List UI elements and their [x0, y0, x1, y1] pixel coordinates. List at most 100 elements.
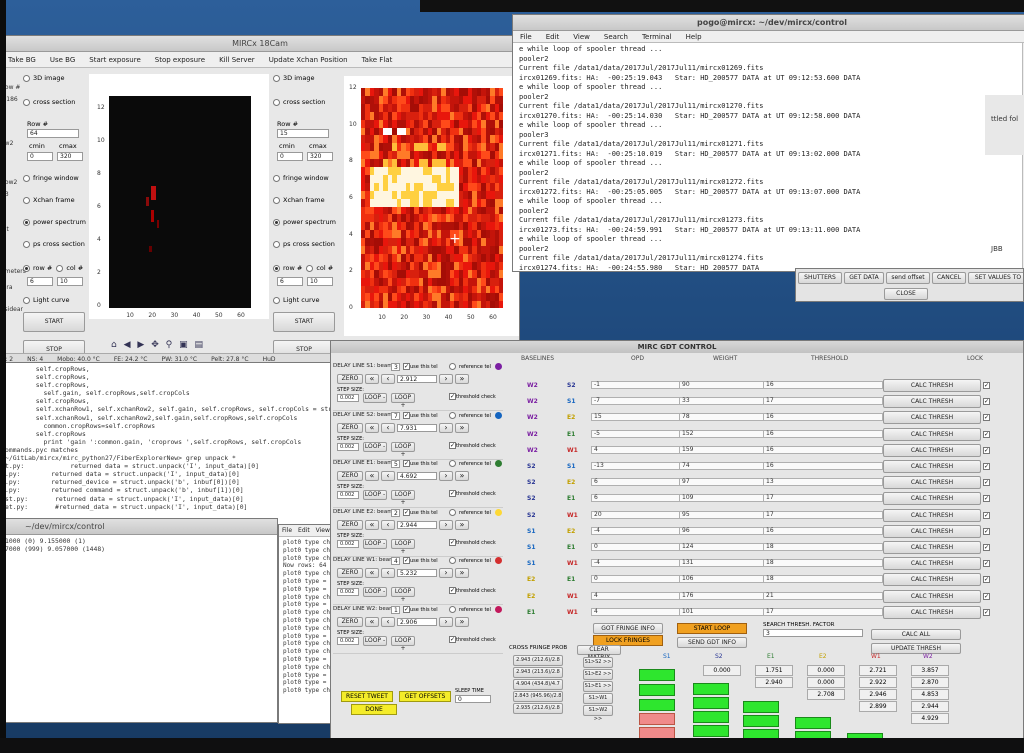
- lock-checkbox[interactable]: ✓: [983, 608, 990, 616]
- delay-value[interactable]: 4.692: [397, 472, 437, 480]
- weight-field[interactable]: 78: [679, 413, 765, 422]
- checkbox-icon[interactable]: ✓: [403, 508, 410, 516]
- radio-icon[interactable]: [23, 74, 30, 82]
- camera-menu-item[interactable]: Start exposure: [89, 52, 141, 68]
- weight-field[interactable]: 131: [679, 559, 765, 568]
- lock-checkbox[interactable]: ✓: [983, 414, 990, 422]
- lock-checkbox[interactable]: ✓: [983, 463, 990, 470]
- threshold-field[interactable]: 18: [763, 543, 883, 551]
- back-icon[interactable]: ‹: [381, 568, 395, 578]
- use-this-tel[interactable]: ✓use this tel: [403, 508, 438, 516]
- threshold-check[interactable]: ✓threshold check: [449, 587, 496, 594]
- reference-tel[interactable]: reference tel: [449, 363, 491, 370]
- radio-icon[interactable]: [23, 264, 30, 272]
- option-1[interactable]: cross section: [23, 98, 75, 106]
- row-input[interactable]: 15: [277, 129, 329, 138]
- threshold-check[interactable]: ✓threshold check: [449, 635, 496, 643]
- weight-field[interactable]: 101: [679, 607, 765, 616]
- lock-checkbox[interactable]: ✓: [983, 479, 990, 487]
- radio-icon[interactable]: [273, 296, 280, 304]
- terminal-menu-item[interactable]: View: [573, 31, 590, 43]
- zero-button[interactable]: ZERO: [337, 616, 363, 627]
- step-size-input[interactable]: 0.002: [337, 491, 359, 499]
- terminal3-menu-item[interactable]: File: [282, 525, 292, 537]
- got-fringe-button[interactable]: GOT FRINGE INFO: [593, 623, 663, 634]
- calc-thresh-button[interactable]: CALC THRESH: [883, 379, 981, 392]
- lock-checkbox[interactable]: ✓: [983, 446, 990, 454]
- back-icon[interactable]: ‹: [381, 519, 395, 530]
- step-size-input[interactable]: 0.002: [337, 588, 359, 596]
- baseline-shift-button[interactable]: S1>W1 >>: [583, 693, 613, 710]
- forward-icon[interactable]: ▶: [137, 340, 144, 350]
- calc-all-button[interactable]: CALC ALL: [871, 629, 961, 640]
- fast-forward-icon[interactable]: »: [455, 422, 469, 433]
- lock-checkbox[interactable]: ✓: [983, 382, 990, 389]
- calc-thresh-button[interactable]: CALC THRESH: [883, 427, 981, 441]
- radio-icon[interactable]: [306, 264, 314, 272]
- sleep-time-input[interactable]: 0: [455, 695, 491, 703]
- loop-plus-button[interactable]: LOOP +: [391, 538, 415, 555]
- row-input[interactable]: 64: [27, 129, 79, 138]
- cross-prob-value[interactable]: 2.843 (945.96)/2.8: [513, 691, 563, 702]
- start-button[interactable]: START: [273, 312, 335, 332]
- option-0[interactable]: 3D image: [273, 74, 314, 82]
- mode-option[interactable]: ps cross section: [273, 240, 335, 248]
- editor-text[interactable]: self.cropRows, self.cropRows, self.cropR…: [1, 363, 339, 513]
- forward-icon[interactable]: ›: [439, 374, 453, 384]
- calc-thresh-button[interactable]: CALC THRESH: [883, 492, 981, 506]
- baseline-shift-button[interactable]: S1>E2 >>: [583, 669, 613, 680]
- radio-icon[interactable]: [23, 240, 30, 248]
- calc-thresh-button[interactable]: CALC THRESH: [883, 541, 981, 554]
- option-0[interactable]: 3D image: [23, 74, 64, 82]
- threshold-field[interactable]: 16: [763, 381, 883, 389]
- weight-field[interactable]: 159: [679, 445, 765, 454]
- checkbox-icon[interactable]: ✓: [449, 587, 456, 594]
- back-icon[interactable]: ‹: [381, 422, 395, 433]
- fast-forward-icon[interactable]: »: [455, 374, 469, 384]
- radio-icon[interactable]: [449, 411, 456, 419]
- zero-button[interactable]: ZERO: [337, 471, 363, 481]
- mode-option[interactable]: power spectrum: [273, 218, 336, 226]
- loop-minus-button[interactable]: LOOP -: [363, 393, 387, 403]
- use-this-tel[interactable]: ✓use this tel: [403, 460, 438, 467]
- cmin-input[interactable]: 0: [27, 152, 53, 161]
- mode-option[interactable]: fringe window: [23, 174, 79, 182]
- step-size-input[interactable]: 0.002: [337, 636, 359, 645]
- forward-icon[interactable]: ›: [439, 422, 453, 433]
- forward-icon[interactable]: ›: [439, 471, 453, 481]
- fast-forward-icon[interactable]: »: [455, 568, 469, 578]
- loop-plus-button[interactable]: LOOP +: [391, 441, 415, 458]
- range-start-input[interactable]: 6: [27, 277, 53, 286]
- camera-menu-item[interactable]: Take Flat: [362, 52, 393, 68]
- lock-checkbox[interactable]: ✓: [983, 511, 990, 519]
- search-thresh-input[interactable]: 3: [763, 629, 863, 637]
- calc-thresh-button[interactable]: CALC THRESH: [883, 476, 981, 490]
- threshold-field[interactable]: 17: [763, 510, 883, 519]
- fast-back-icon[interactable]: «: [365, 471, 379, 481]
- radio-icon[interactable]: [273, 74, 280, 82]
- baseline-shift-button[interactable]: S1>E1 >>: [583, 681, 613, 692]
- radio-icon[interactable]: [23, 174, 30, 182]
- reference-tel[interactable]: reference tel: [449, 411, 491, 419]
- delay-value[interactable]: 2.944: [397, 520, 437, 529]
- reference-tel[interactable]: reference tel: [449, 557, 491, 564]
- lock-checkbox[interactable]: ✓: [983, 430, 990, 438]
- threshold-field[interactable]: 18: [763, 575, 883, 584]
- threshold-field[interactable]: 17: [763, 494, 883, 503]
- calc-thresh-button[interactable]: CALC THRESH: [883, 605, 981, 619]
- calc-thresh-button[interactable]: CALC THRESH: [883, 508, 981, 522]
- fast-back-icon[interactable]: «: [365, 374, 379, 384]
- terminal3-menu-item[interactable]: View: [316, 525, 330, 537]
- weight-field[interactable]: 90: [679, 381, 765, 389]
- pan-icon[interactable]: ✥: [151, 340, 159, 350]
- weight-field[interactable]: 106: [679, 575, 765, 584]
- checkbox-icon[interactable]: ✓: [449, 490, 456, 497]
- beam-number[interactable]: 4: [391, 557, 400, 565]
- radio-icon[interactable]: [449, 460, 456, 467]
- radio-icon[interactable]: [273, 218, 280, 226]
- fast-back-icon[interactable]: «: [365, 422, 379, 433]
- range-start-input[interactable]: 6: [277, 277, 303, 286]
- calc-thresh-button[interactable]: CALC THRESH: [883, 395, 981, 409]
- offset-button[interactable]: SHUTTERS: [798, 272, 842, 284]
- cross-prob-value[interactable]: 2.935 (212.6)/2.8: [513, 703, 563, 714]
